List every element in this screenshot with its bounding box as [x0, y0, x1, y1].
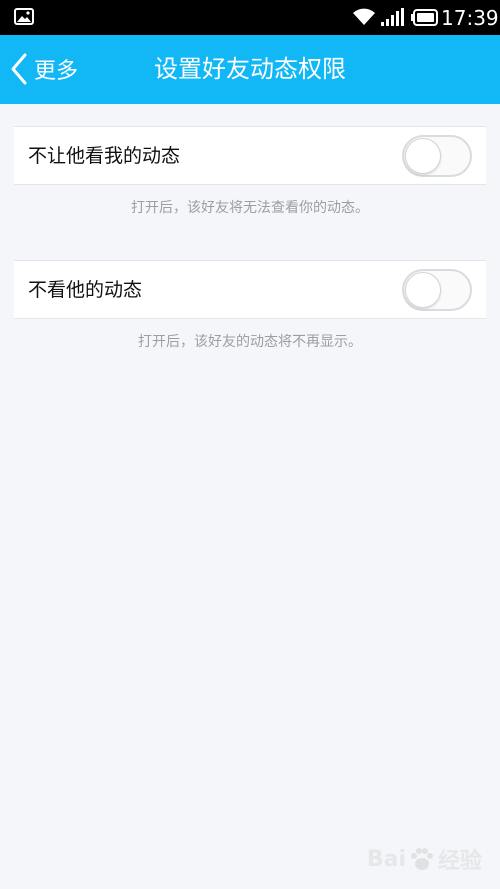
watermark-text-right: 经验 [437, 849, 482, 874]
watermark-text-left: Bai [366, 846, 406, 872]
hide-my-feed-toggle[interactable] [402, 135, 472, 177]
gallery-icon [14, 8, 34, 25]
setting-label: 不让他看我的动态 [28, 145, 181, 167]
battery-icon [411, 9, 438, 26]
toggle-knob [405, 272, 441, 308]
toggle-knob [405, 138, 441, 174]
baidu-watermark: Bai 经验 [367, 843, 482, 875]
signal-icon [381, 8, 404, 26]
status-time: 17:39 [441, 6, 499, 30]
setting-row-hide-my-feed: 不让他看我的动态 [14, 126, 486, 185]
status-bar: 17:39 [0, 0, 500, 35]
setting-hint: 打开后，该好友将无法查看你的动态。 [131, 200, 369, 216]
page-title: 设置好友动态权限 [154, 55, 346, 83]
setting-row-hide-their-feed: 不看他的动态 [14, 260, 486, 319]
wifi-icon [353, 8, 375, 25]
setting-hint: 打开后，该好友的动态将不再显示。 [138, 334, 362, 350]
title-bar: 更多 设置好友动态权限 [0, 35, 500, 104]
hide-their-feed-toggle[interactable] [402, 269, 472, 311]
paw-icon [410, 848, 433, 870]
setting-label: 不看他的动态 [28, 279, 143, 301]
